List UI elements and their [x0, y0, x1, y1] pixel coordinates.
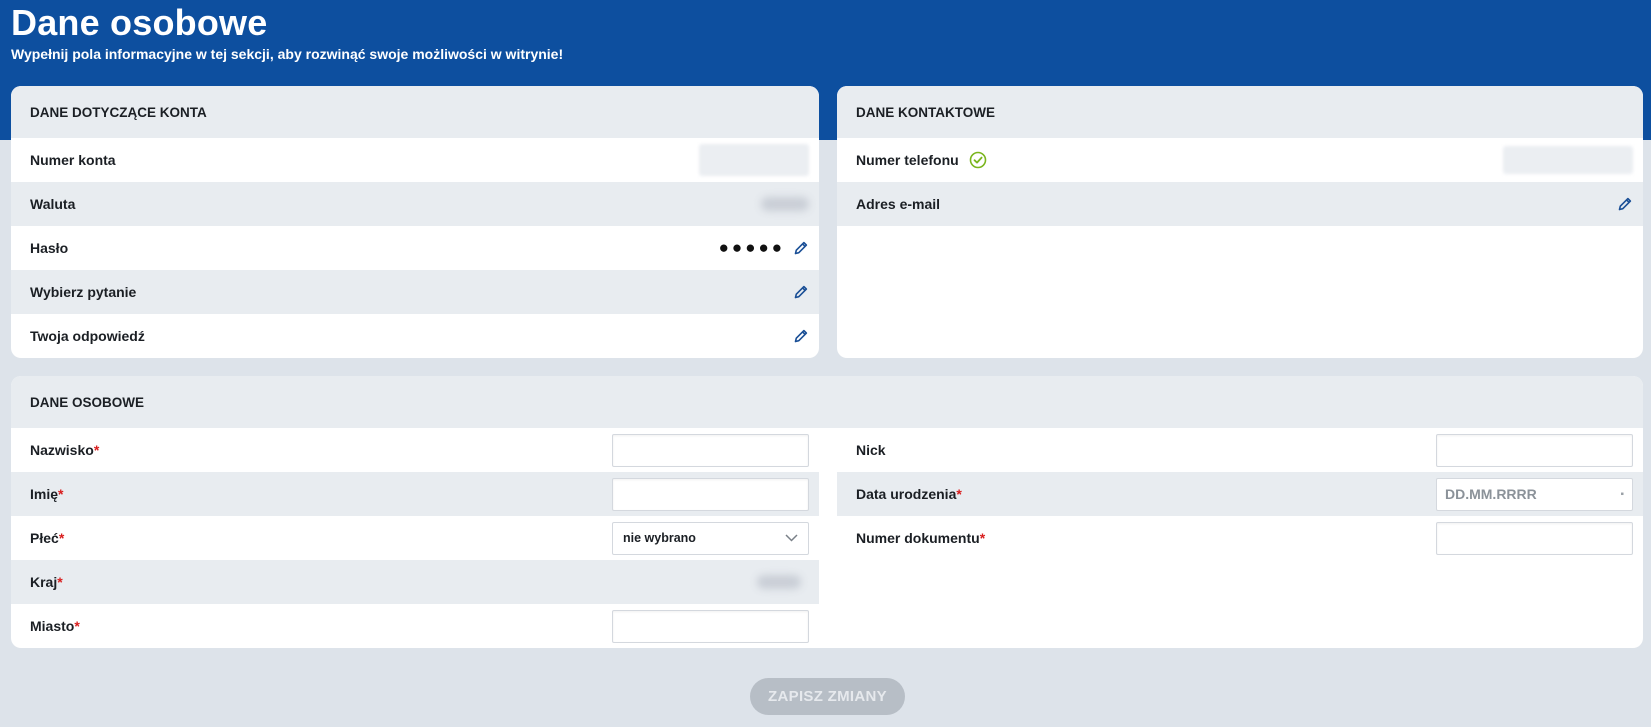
- edit-email-pencil-icon[interactable]: [1617, 196, 1633, 212]
- contact-card: DANE KONTAKTOWE Numer telefonu Adres e-m…: [837, 86, 1643, 358]
- document-number-input[interactable]: [1436, 521, 1633, 555]
- security-question-row: Wybierz pytanie: [11, 270, 819, 314]
- nick-input[interactable]: [1436, 433, 1633, 467]
- edit-question-pencil-icon[interactable]: [793, 284, 809, 300]
- security-question-label: Wybierz pytanie: [30, 284, 137, 300]
- birthdate-input[interactable]: DD.MM.RRRR ▪: [1436, 477, 1633, 511]
- account-card-title: DANE DOTYCZĄCE KONTA: [11, 86, 819, 138]
- phone-label: Numer telefonu: [856, 152, 959, 168]
- password-value: ●●●●●: [718, 238, 785, 257]
- phone-value: [1503, 146, 1633, 174]
- document-number-row: Numer dokumentu*: [837, 516, 1643, 560]
- city-input[interactable]: [612, 609, 809, 643]
- surname-label: Nazwisko*: [30, 442, 100, 458]
- nick-row: Nick: [837, 428, 1643, 472]
- birthdate-label: Data urodzenia*: [856, 486, 962, 502]
- country-row: Kraj*: [11, 560, 819, 604]
- save-changes-button[interactable]: ZAPISZ ZMIANY: [750, 678, 905, 715]
- contact-card-title: DANE KONTAKTOWE: [837, 86, 1643, 138]
- password-row: Hasło ●●●●●: [11, 226, 819, 270]
- gender-selected-value: nie wybrano: [623, 531, 696, 545]
- surname-row: Nazwisko*: [11, 428, 819, 472]
- currency-label: Waluta: [30, 196, 76, 212]
- birthdate-row: Data urodzenia* DD.MM.RRRR ▪: [837, 472, 1643, 516]
- currency-row: Waluta: [11, 182, 819, 226]
- document-number-label: Numer dokumentu*: [856, 530, 986, 546]
- page-subtitle: Wypełnij pola informacyjne w tej sekcji,…: [11, 46, 564, 62]
- surname-input[interactable]: [612, 433, 809, 467]
- gender-row: Płeć* nie wybrano: [11, 516, 819, 560]
- nick-label: Nick: [856, 442, 886, 458]
- first-name-input[interactable]: [612, 477, 809, 511]
- edit-password-pencil-icon[interactable]: [793, 240, 809, 256]
- chevron-down-icon: [785, 534, 798, 542]
- personal-right-column: Nick Data urodzenia* DD.MM.RRRR ▪ Numer …: [837, 428, 1643, 560]
- personal-left-column: Nazwisko* Imię* Płeć* nie wybrano Kraj*: [11, 428, 819, 648]
- gender-label: Płeć*: [30, 530, 65, 546]
- birthdate-placeholder: DD.MM.RRRR: [1445, 486, 1537, 502]
- account-number-value: [699, 144, 809, 176]
- city-label: Miasto*: [30, 618, 80, 634]
- first-name-row: Imię*: [11, 472, 819, 516]
- account-number-row: Numer konta: [11, 138, 819, 182]
- account-number-label: Numer konta: [30, 152, 116, 168]
- personal-card: DANE OSOBOWE Nazwisko* Imię* Płeć* nie w…: [11, 376, 1643, 648]
- phone-row: Numer telefonu: [837, 138, 1643, 182]
- security-answer-label: Twoja odpowiedź: [30, 328, 145, 344]
- currency-value: [761, 197, 809, 211]
- password-label: Hasło: [30, 240, 69, 256]
- gender-select[interactable]: nie wybrano: [612, 521, 809, 555]
- page-title: Dane osobowe: [11, 2, 268, 43]
- country-label: Kraj*: [30, 574, 63, 590]
- city-row: Miasto*: [11, 604, 819, 648]
- first-name-label: Imię*: [30, 486, 64, 502]
- email-label: Adres e-mail: [856, 196, 941, 212]
- date-picker-dot-icon: ▪: [1620, 488, 1624, 500]
- email-row: Adres e-mail: [837, 182, 1643, 226]
- edit-answer-pencil-icon[interactable]: [793, 328, 809, 344]
- personal-card-title: DANE OSOBOWE: [11, 376, 1643, 428]
- account-card: DANE DOTYCZĄCE KONTA Numer konta Waluta …: [11, 86, 819, 358]
- country-value: [757, 575, 801, 589]
- verified-check-circle-icon: [969, 151, 986, 169]
- security-answer-row: Twoja odpowiedź: [11, 314, 819, 358]
